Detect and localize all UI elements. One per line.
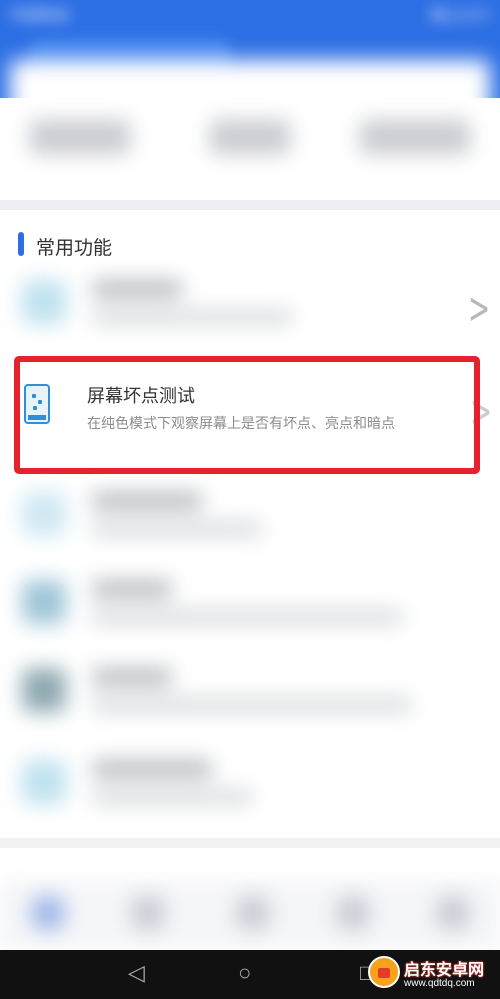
item-desc-blur bbox=[92, 698, 412, 712]
list-item[interactable] bbox=[22, 746, 462, 820]
list-item[interactable] bbox=[22, 566, 462, 640]
nav-tab-icon[interactable] bbox=[30, 895, 66, 931]
feature-icon bbox=[22, 280, 66, 324]
home-icon[interactable]: ○ bbox=[238, 960, 251, 986]
section-title: 常用功能 bbox=[36, 238, 113, 259]
stat-item bbox=[360, 120, 470, 154]
item-desc-blur bbox=[92, 522, 262, 536]
nav-tab-icon[interactable] bbox=[335, 895, 371, 931]
site-watermark: 启东安卓网 www.qdtdq.com bbox=[360, 948, 500, 999]
stat-item bbox=[210, 120, 290, 154]
item-title-blur bbox=[92, 668, 172, 686]
clock-label: 晚上9:57 bbox=[430, 7, 490, 24]
item-desc-blur bbox=[92, 790, 252, 804]
item-title-blur bbox=[92, 580, 172, 598]
item-title-blur bbox=[92, 280, 182, 298]
stat-item bbox=[30, 120, 130, 154]
item-title-blur bbox=[92, 760, 212, 778]
section-divider bbox=[0, 200, 500, 210]
nav-tab-icon[interactable] bbox=[435, 895, 471, 931]
back-icon[interactable]: ◁ bbox=[128, 960, 145, 986]
carrier-label: 中国电信 bbox=[10, 7, 71, 24]
highlight-annotation bbox=[14, 356, 480, 474]
list-item[interactable] bbox=[22, 266, 462, 340]
feature-icon bbox=[22, 760, 66, 804]
list-item[interactable] bbox=[22, 654, 462, 728]
watermark-url: www.qdtdq.com bbox=[404, 978, 475, 989]
item-desc-blur bbox=[92, 310, 292, 324]
watermark-logo-icon bbox=[368, 956, 400, 988]
feature-icon bbox=[22, 580, 66, 624]
bottom-divider bbox=[0, 838, 500, 848]
section-accent-bar bbox=[18, 232, 24, 256]
list-item[interactable] bbox=[22, 478, 462, 552]
feature-icon bbox=[22, 668, 66, 712]
item-desc-blur bbox=[92, 610, 402, 624]
chevron-right-icon: > bbox=[468, 283, 491, 334]
feature-icon bbox=[22, 492, 66, 536]
nav-tab-icon[interactable] bbox=[130, 895, 166, 931]
watermark-title: 启东安卓网 bbox=[404, 962, 485, 979]
nav-tab-icon[interactable] bbox=[235, 895, 271, 931]
item-title-blur bbox=[92, 492, 202, 510]
